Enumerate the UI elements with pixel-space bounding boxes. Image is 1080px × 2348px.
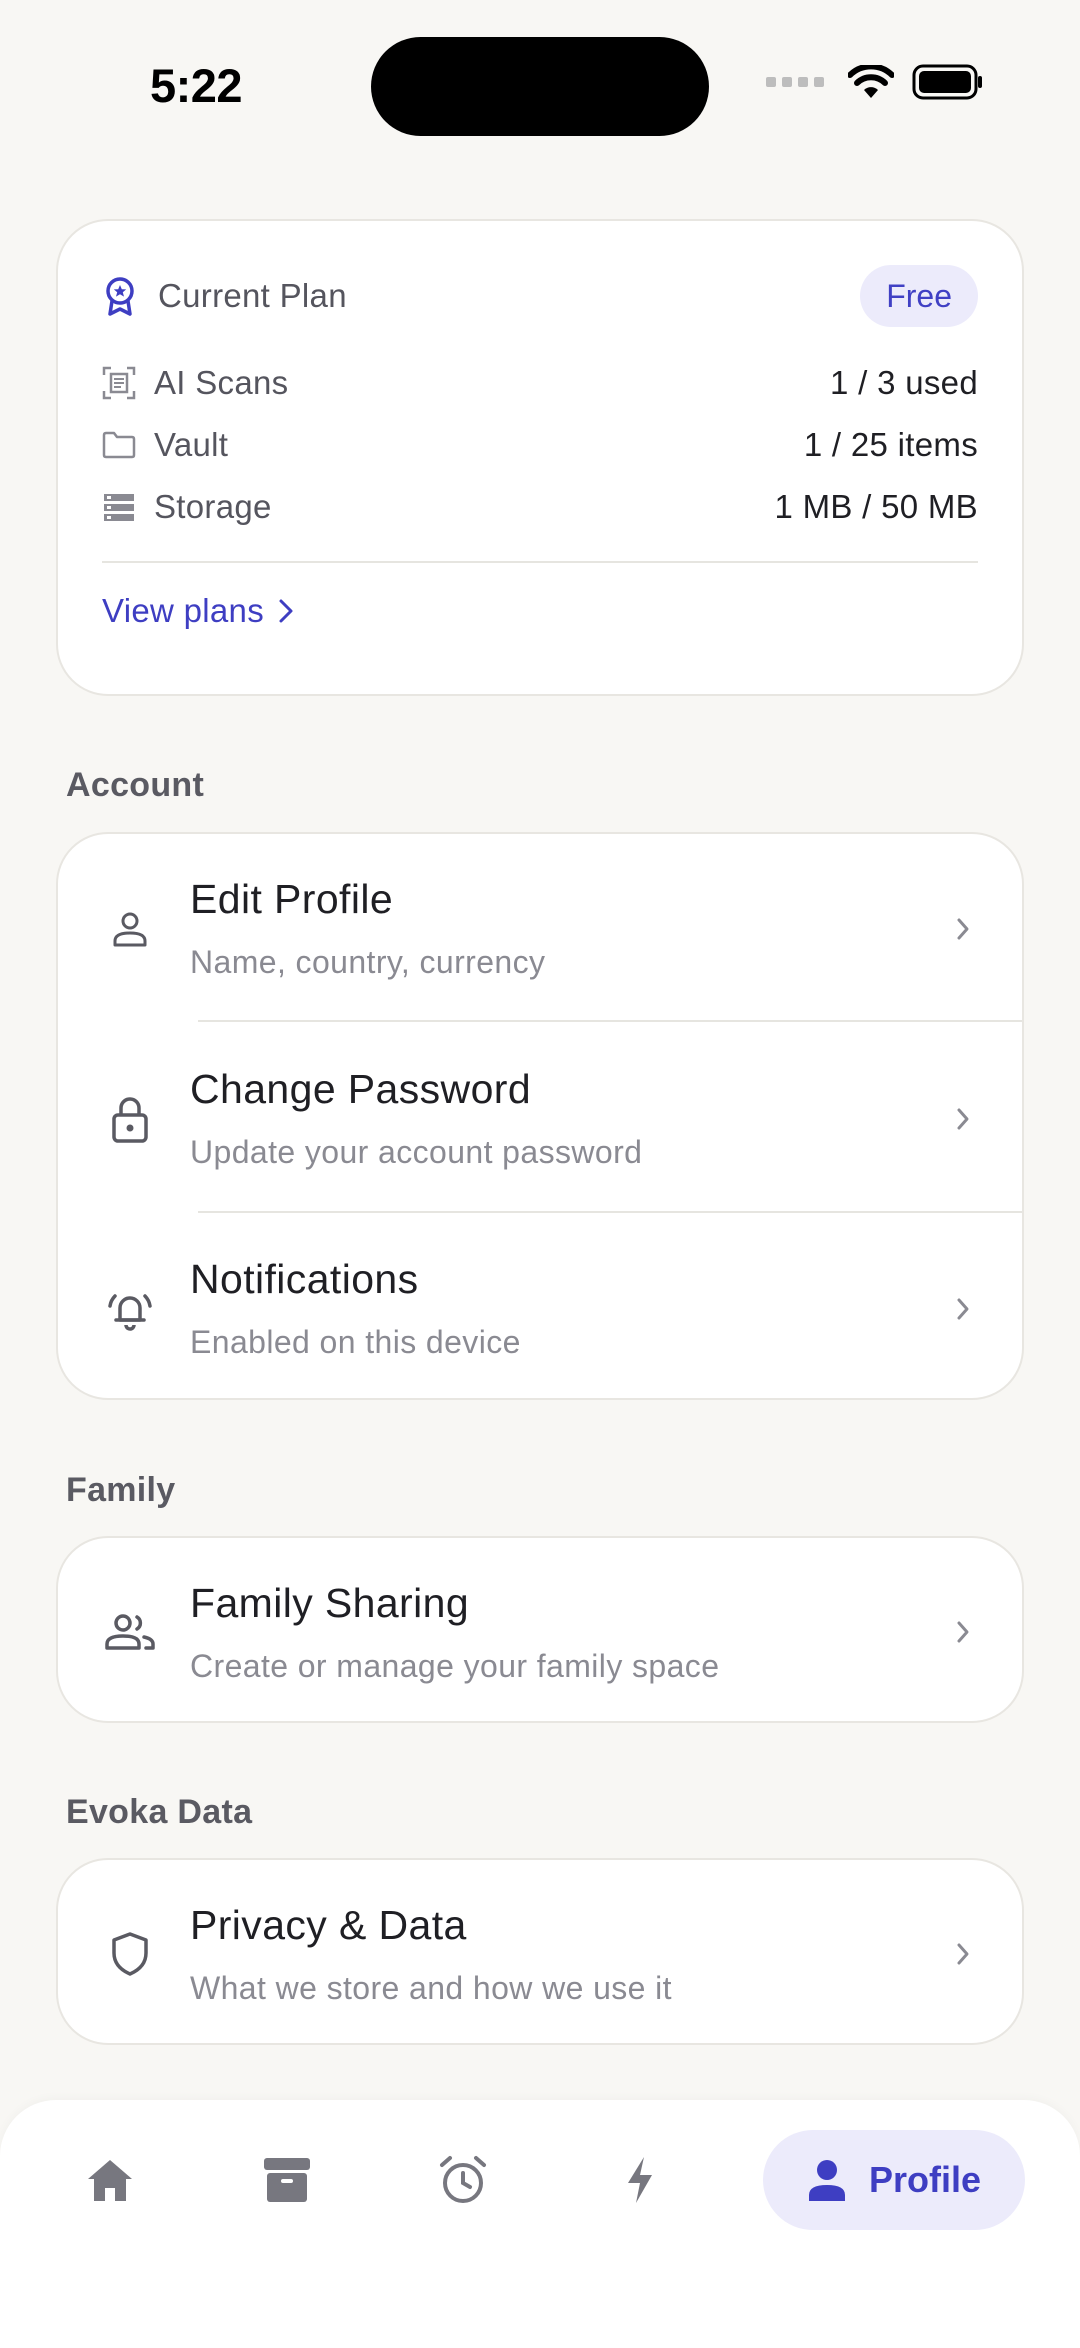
view-plans-label: View plans [102,592,264,629]
section-title-evoka-data: Evoka Data [66,1793,253,1831]
archive-icon [264,2158,310,2202]
tab-bar: Profile [0,2100,1080,2348]
list-item-title: Edit Profile [190,876,394,922]
family-card: Family Sharing Create or manage your fam… [56,1536,1024,1723]
folder-icon [102,431,136,459]
tab-activity[interactable] [585,2130,695,2230]
status-time: 5:22 [150,59,243,112]
list-item-family-sharing[interactable]: Family Sharing Create or manage your fam… [58,1538,1022,1725]
list-item-privacy-data[interactable]: Privacy & Data What we store and how we … [58,1860,1022,2047]
usage-name: Vault [154,426,229,463]
view-plans-link[interactable]: View plans [102,592,294,630]
profile-icon [808,2160,845,2201]
list-item-subtitle: Enabled on this device [190,1324,521,1360]
home-icon [88,2160,132,2201]
usage-value: 1 MB / 50 MB [774,488,978,525]
list-item-notifications[interactable]: Notifications Enabled on this device [58,1214,1022,1404]
account-card: Edit Profile Name, country, currency Cha… [56,832,1024,1400]
plan-badge: Free [860,265,978,327]
bolt-icon [628,2157,652,2203]
list-item-title: Change Password [190,1066,532,1112]
usage-name: Storage [154,488,272,525]
list-item-title: Notifications [190,1256,419,1302]
chevron-right-icon [956,1860,970,2047]
list-item-title: Family Sharing [190,1580,470,1626]
chevron-right-icon [956,834,970,1024]
divider [102,561,978,563]
list-item-subtitle: Create or manage your family space [190,1648,720,1684]
lock-icon [102,1024,158,1214]
dynamic-island [371,37,709,136]
award-icon [106,277,134,316]
chevron-right-icon [956,1214,970,1404]
list-item-subtitle: Update your account password [190,1134,643,1170]
chevron-right-icon [956,1024,970,1214]
wifi-icon [848,65,894,98]
battery-icon [912,64,982,100]
alarm-icon [440,2156,486,2203]
shield-icon [102,1860,158,2047]
list-item-change-password[interactable]: Change Password Update your account pass… [58,1024,1022,1214]
tab-home[interactable] [55,2130,165,2230]
usage-name: AI Scans [154,364,289,401]
list-item-subtitle: Name, country, currency [190,944,546,980]
usage-value: 1 / 3 used [830,364,978,401]
chevron-right-icon [279,599,293,623]
plan-card: Current Plan Free AI Scans 1 / 3 used Va… [56,219,1024,696]
section-title-family: Family [66,1471,176,1509]
cellular-signal-icon [766,77,824,87]
plan-header: Current Plan Free [102,265,978,327]
profile-screen: 5:22 Current Plan Free AI Scans 1 / 3 us… [0,0,1080,2348]
tab-vault[interactable] [232,2130,342,2230]
status-icons [766,64,984,100]
person-icon [102,834,158,1024]
usage-value: 1 / 25 items [803,426,978,463]
evoka-data-card: Privacy & Data What we store and how we … [56,1858,1024,2045]
usage-row-ai-scans: AI Scans 1 / 3 used [102,361,978,405]
divider [198,1020,1022,1022]
tab-reminders[interactable] [408,2130,518,2230]
divider [198,1211,1022,1213]
tab-profile-label: Profile [868,2159,982,2200]
list-item-title: Privacy & Data [190,1902,467,1948]
chevron-right-icon [956,1538,970,1725]
bell-icon [102,1214,158,1404]
usage-row-vault: Vault 1 / 25 items [102,423,978,467]
list-item-subtitle: What we store and how we use it [190,1970,672,2006]
section-title-account: Account [66,766,205,804]
scan-icon [102,366,136,400]
storage-icon [104,494,134,521]
usage-row-storage: Storage 1 MB / 50 MB [102,485,978,529]
tab-profile[interactable]: Profile [763,2130,1025,2230]
people-icon [102,1538,158,1725]
plan-label: Current Plan [158,277,347,314]
list-item-edit-profile[interactable]: Edit Profile Name, country, currency [58,834,1022,1024]
